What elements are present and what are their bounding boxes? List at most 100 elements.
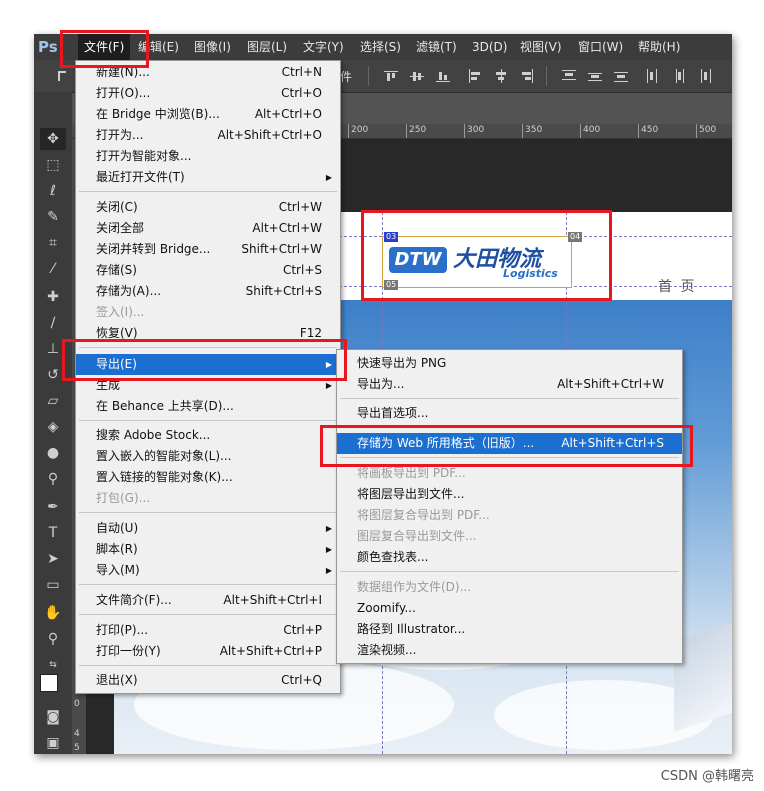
paint-bucket-tool-icon[interactable]: ◈ — [40, 416, 66, 438]
menu-item-package: 打包(G)... — [96, 491, 151, 505]
menu-3d[interactable]: 3D(D) — [466, 34, 513, 60]
distribute-right-icon[interactable] — [698, 69, 712, 83]
menu-item-export-as[interactable]: 导出为... Alt+Shift+Ctrl+W — [337, 374, 682, 395]
move-tool-preset-icon[interactable] — [56, 69, 70, 83]
menu-item-search-stock[interactable]: 搜索 Adobe Stock... — [76, 425, 340, 446]
menu-separator — [340, 571, 679, 572]
align-hcenter-icon[interactable] — [494, 69, 508, 83]
distribute-hcenter-icon[interactable] — [672, 69, 686, 83]
rectangle-tool-icon[interactable]: ▭ — [40, 574, 66, 596]
blur-tool-icon[interactable]: ● — [40, 442, 66, 464]
screen-mode-icon[interactable]: ▣ — [40, 732, 66, 754]
menu-item-export-preferences[interactable]: 导出首选项... — [337, 403, 682, 424]
quick-mask-icon[interactable]: ◙ — [40, 706, 66, 728]
hand-tool-icon[interactable]: ✋ — [40, 602, 66, 624]
watermark-text: CSDN @韩曙亮 — [660, 769, 754, 784]
menu-image[interactable]: 图像(I) — [188, 34, 237, 60]
options-divider — [546, 66, 547, 86]
swap-colors-icon[interactable]: ⇆ — [40, 654, 66, 676]
distribute-bottom-icon[interactable] — [614, 69, 628, 83]
menu-item-close-go-bridge[interactable]: 关闭并转到 Bridge... Shift+Ctrl+W — [76, 239, 340, 260]
pen-tool-icon[interactable]: ✒ — [40, 496, 66, 518]
menu-item-render-video[interactable]: 渲染视频... — [337, 640, 682, 661]
home-nav-link[interactable]: 首 页 — [658, 276, 696, 296]
foreground-color-swatch[interactable] — [40, 674, 58, 692]
menu-type[interactable]: 文字(Y) — [297, 34, 350, 60]
menu-item-scripts[interactable]: 脚本(R) ▶ — [76, 539, 340, 560]
menu-item-layer-comps-to-pdf: 将图层复合导出到 PDF... — [357, 508, 490, 522]
lasso-tool-icon[interactable]: ℓ — [40, 180, 66, 202]
menu-item-save[interactable]: 存储(S) Ctrl+S — [76, 260, 340, 281]
menu-item-share-behance[interactable]: 在 Behance 上共享(D)... — [76, 396, 340, 417]
menu-item-save-as[interactable]: 存储为(A)... Shift+Ctrl+S — [76, 281, 340, 302]
menu-window[interactable]: 窗口(W) — [572, 34, 629, 60]
menu-item-recent-files[interactable]: 最近打开文件(T) ▶ — [76, 167, 340, 188]
ruler-tick-label: 250 — [406, 124, 426, 138]
menu-item-print-one[interactable]: 打印一份(Y) Alt+Shift+Ctrl+P — [76, 641, 340, 662]
menu-select[interactable]: 选择(S) — [354, 34, 407, 60]
menu-view[interactable]: 视图(V) — [514, 34, 568, 60]
menu-item-open[interactable]: 打开(O)... Ctrl+O — [76, 83, 340, 104]
crop-tool-icon[interactable]: ⌗ — [40, 232, 66, 254]
quick-select-tool-icon[interactable]: ✎ — [40, 206, 66, 228]
menu-item-open-as[interactable]: 打开为... Alt+Shift+Ctrl+O — [76, 125, 340, 146]
menu-item-import[interactable]: 导入(M) ▶ — [76, 560, 340, 581]
align-vcenter-icon[interactable] — [410, 69, 424, 83]
move-tool-icon[interactable]: ✥ — [40, 128, 66, 150]
menu-layer[interactable]: 图层(L) — [241, 34, 293, 60]
ruler-tick-label: 200 — [348, 124, 368, 138]
align-left-icon[interactable] — [468, 69, 482, 83]
distribute-vcenter-icon[interactable] — [588, 69, 602, 83]
annotation-box-save-for-web — [320, 425, 693, 467]
eraser-tool-icon[interactable]: ▱ — [40, 390, 66, 412]
brush-tool-icon[interactable]: ∕ — [40, 312, 66, 334]
ruler-tick-label: 5 — [74, 743, 80, 753]
menu-item-color-lookup-tables[interactable]: 颜色查找表... — [337, 547, 682, 568]
menu-filter[interactable]: 滤镜(T) — [410, 34, 463, 60]
menu-item-layers-to-files[interactable]: 将图层导出到文件... — [337, 484, 682, 505]
align-top-icon[interactable] — [384, 69, 398, 83]
eyedropper-tool-icon[interactable]: ⁄ — [40, 258, 66, 280]
annotation-box-logo-slice — [361, 210, 612, 301]
marquee-tool-icon[interactable]: ⬚ — [40, 154, 66, 176]
ruler-tick-label: 450 — [638, 124, 658, 138]
menu-separator — [79, 584, 337, 585]
menu-item-data-sets-as-files: 数据组作为文件(D)... — [357, 580, 472, 594]
tools-panel: ✥ ⬚ ℓ ✎ ⌗ ⁄ ✚ ∕ ⊥ ↺ ▱ ◈ ● ⚲ ✒ T ➤ ▭ ✋ ⚲ … — [34, 92, 72, 754]
annotation-box-file-menu — [60, 30, 149, 68]
menu-item-place-embedded[interactable]: 置入嵌入的智能对象(L)... — [76, 446, 340, 467]
menu-item-zoomify[interactable]: Zoomify... — [337, 598, 682, 619]
submenu-arrow-icon: ▶ — [325, 545, 332, 554]
menu-item-check-in: 签入(I)... — [96, 305, 145, 319]
dodge-tool-icon[interactable]: ⚲ — [40, 468, 66, 490]
menu-item-open-smart-object[interactable]: 打开为智能对象... — [76, 146, 340, 167]
annotation-box-export — [62, 339, 347, 381]
menu-item-close-all[interactable]: 关闭全部 Alt+Ctrl+W — [76, 218, 340, 239]
menu-item-browse-bridge[interactable]: 在 Bridge 中浏览(B)... Alt+Ctrl+O — [76, 104, 340, 125]
align-right-icon[interactable] — [520, 69, 534, 83]
ruler-tick-label: 0 — [74, 699, 80, 709]
menu-item-quick-export-png[interactable]: 快速导出为 PNG — [337, 353, 682, 374]
distribute-top-icon[interactable] — [562, 69, 576, 83]
menu-separator — [79, 512, 337, 513]
ruler-tick-label: 350 — [522, 124, 542, 138]
ruler-tick-label: 500 — [696, 124, 716, 138]
distribute-left-icon[interactable] — [646, 69, 660, 83]
healing-brush-tool-icon[interactable]: ✚ — [40, 286, 66, 308]
menu-item-layer-comps-to-files: 图层复合导出到文件... — [357, 529, 477, 543]
menu-item-paths-to-illustrator[interactable]: 路径到 Illustrator... — [337, 619, 682, 640]
menu-separator — [79, 420, 337, 421]
menu-item-exit[interactable]: 退出(X) Ctrl+Q — [76, 670, 340, 691]
zoom-tool-icon[interactable]: ⚲ — [40, 628, 66, 650]
path-select-tool-icon[interactable]: ➤ — [40, 548, 66, 570]
align-bottom-icon[interactable] — [436, 69, 450, 83]
menu-item-automate[interactable]: 自动(U) ▶ — [76, 518, 340, 539]
type-tool-icon[interactable]: T — [40, 522, 66, 544]
menu-item-print[interactable]: 打印(P)... Ctrl+P — [76, 620, 340, 641]
menu-item-close[interactable]: 关闭(C) Ctrl+W — [76, 197, 340, 218]
submenu-arrow-icon: ▶ — [325, 524, 332, 533]
menu-item-file-info[interactable]: 文件简介(F)... Alt+Shift+Ctrl+I — [76, 590, 340, 611]
menu-item-place-linked[interactable]: 置入链接的智能对象(K)... — [76, 467, 340, 488]
ruler-tick-label: 300 — [464, 124, 484, 138]
menu-help[interactable]: 帮助(H) — [632, 34, 686, 60]
